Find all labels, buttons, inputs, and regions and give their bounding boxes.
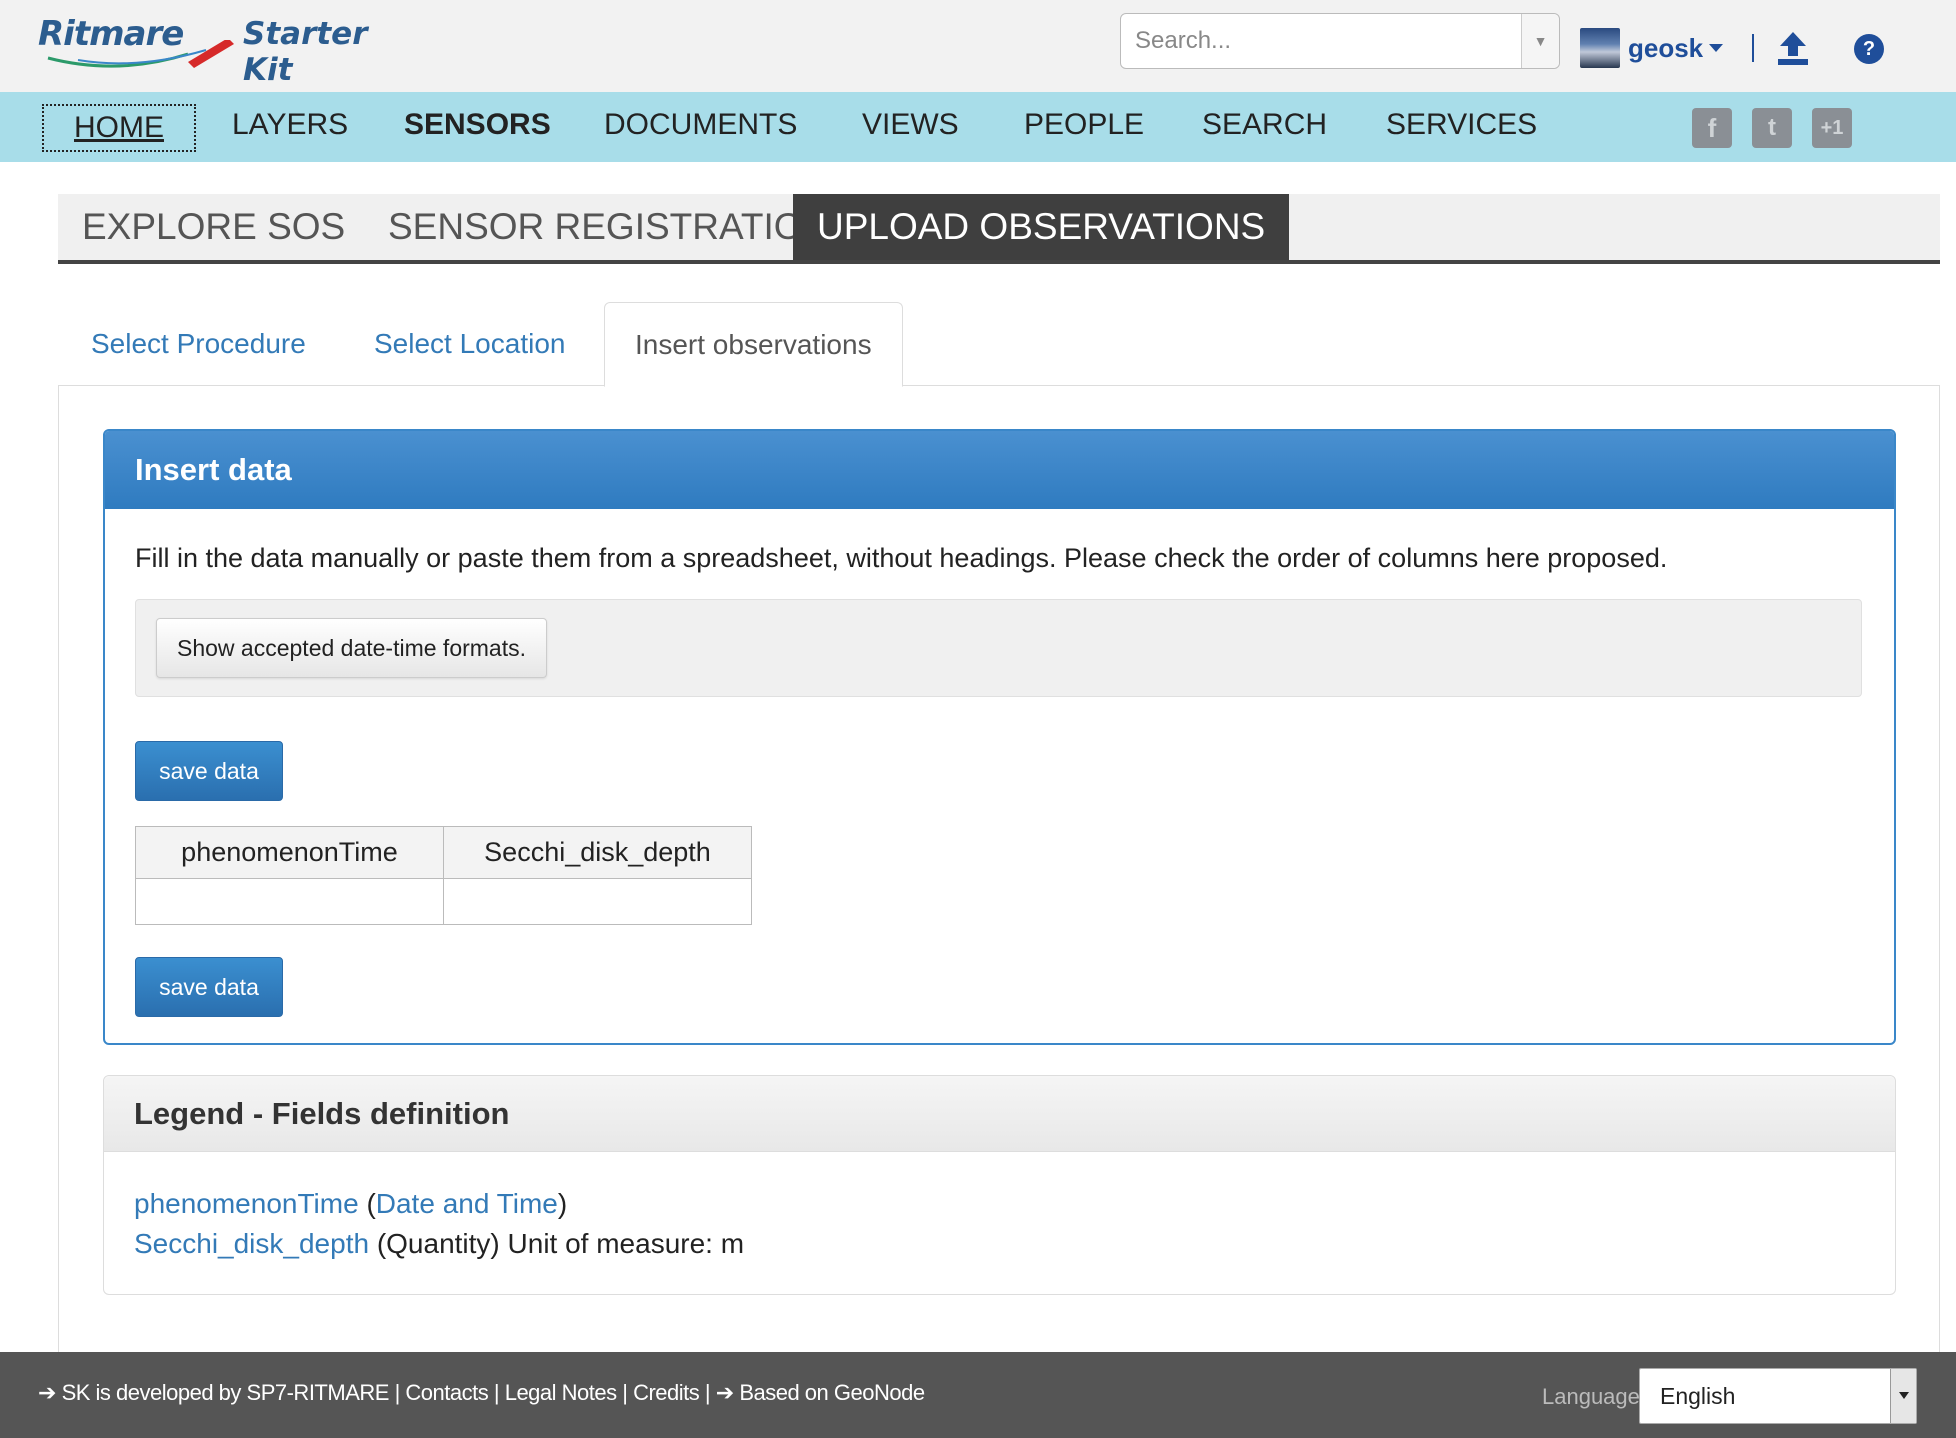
formats-well: Show accepted date-time formats.	[135, 599, 1862, 697]
legend-field-link[interactable]: Secchi_disk_depth	[134, 1228, 369, 1259]
nav-views[interactable]: VIEWS	[862, 108, 959, 142]
legend-paren-open: (	[366, 1188, 376, 1219]
footer-credits-link[interactable]: Credits	[633, 1380, 700, 1405]
insert-data-title: Insert data	[105, 431, 1894, 509]
nav-services[interactable]: SERVICES	[1386, 108, 1537, 142]
nav-search[interactable]: SEARCH	[1202, 108, 1327, 142]
facebook-icon[interactable]: f	[1692, 108, 1732, 148]
footer-developed-link[interactable]: SK is developed by SP7-RITMARE	[62, 1380, 390, 1405]
legend-paren-close: )	[557, 1188, 568, 1219]
save-data-button-top[interactable]: save data	[135, 741, 283, 801]
google-plus-icon[interactable]: +1	[1812, 108, 1852, 148]
twitter-icon[interactable]: t	[1752, 108, 1792, 148]
logo-swoosh-icon	[47, 40, 234, 68]
footer-contacts-link[interactable]: Contacts	[405, 1380, 488, 1405]
legend-panel: Legend - Fields definition phenomenonTim…	[103, 1075, 1896, 1295]
search-input[interactable]	[1135, 24, 1505, 58]
nav-people[interactable]: PEOPLE	[1024, 108, 1144, 142]
observations-table: phenomenonTime Secchi_disk_depth	[135, 826, 752, 925]
chevron-down-icon	[1890, 1369, 1916, 1423]
column-header: Secchi_disk_depth	[443, 826, 752, 879]
tab-select-procedure[interactable]: Select Procedure	[91, 302, 306, 386]
footer-separator: |	[394, 1380, 401, 1405]
table-cell[interactable]	[443, 878, 752, 925]
language-label: Language	[1542, 1384, 1640, 1409]
main-nav: HOME LAYERS SENSORS DOCUMENTS VIEWS PEOP…	[0, 92, 1956, 162]
sub-tabs: Select Procedure Select Location Insert …	[58, 302, 1940, 387]
footer-separator: |	[704, 1380, 711, 1405]
insert-instructions: Fill in the data manually or paste them …	[135, 543, 1668, 573]
nav-layers[interactable]: LAYERS	[232, 108, 348, 142]
footer-separator: |	[493, 1380, 500, 1405]
language-value: English	[1660, 1383, 1736, 1409]
legend-item: phenomenonTime (Date and Time)	[134, 1188, 567, 1220]
upload-icon[interactable]	[1776, 30, 1810, 66]
tab-insert-observations[interactable]: Insert observations	[604, 302, 903, 387]
top-header: Ritmare Starter Kit ▼ geosk ?	[0, 0, 1956, 92]
caret-down-icon	[1709, 44, 1724, 52]
avatar	[1580, 28, 1620, 68]
tab-select-location[interactable]: Select Location	[374, 302, 565, 386]
nav-documents[interactable]: DOCUMENTS	[604, 108, 797, 142]
legend-field-link[interactable]: phenomenonTime	[134, 1188, 359, 1219]
show-formats-button[interactable]: Show accepted date-time formats.	[156, 618, 547, 678]
tab-upload-observations[interactable]: UPLOAD OBSERVATIONS	[793, 194, 1290, 260]
search-box: ▼	[1120, 13, 1560, 69]
divider	[1752, 34, 1754, 62]
username: geosk	[1628, 32, 1704, 63]
nav-home[interactable]: HOME	[42, 104, 196, 152]
arrow-right-icon: ➔	[38, 1380, 56, 1405]
legend-description: (Quantity) Unit of measure: m	[376, 1228, 745, 1259]
language-select[interactable]: English	[1639, 1368, 1917, 1424]
footer-links: ➔ SK is developed by SP7-RITMARE | Conta…	[38, 1380, 925, 1406]
footer: ➔ SK is developed by SP7-RITMARE | Conta…	[0, 1352, 1956, 1438]
legend-title: Legend - Fields definition	[104, 1076, 1895, 1152]
table-cell[interactable]	[135, 878, 444, 925]
footer-separator: |	[622, 1380, 628, 1405]
arrow-right-icon: ➔	[715, 1380, 734, 1405]
section-tabs: EXPLORE SOS SENSOR REGISTRATION UPLOAD O…	[58, 194, 1940, 264]
site-logo[interactable]: Ritmare Starter Kit	[38, 14, 408, 88]
legend-type-link[interactable]: Date and Time	[376, 1188, 558, 1219]
tab-explore-sos[interactable]: EXPLORE SOS	[58, 194, 369, 260]
tab-sensor-registration[interactable]: SENSOR REGISTRATION	[364, 194, 853, 260]
column-header: phenomenonTime	[135, 826, 444, 879]
footer-geonode-link[interactable]: Based on GeoNode	[739, 1380, 925, 1405]
help-icon[interactable]: ?	[1854, 34, 1884, 64]
insert-data-panel: Insert data Fill in the data manually or…	[103, 429, 1896, 1045]
footer-legal-link[interactable]: Legal Notes	[505, 1380, 617, 1405]
save-data-button-bottom[interactable]: save data	[135, 957, 283, 1017]
legend-item: Secchi_disk_depth (Quantity) Unit of mea…	[134, 1228, 744, 1260]
nav-sensors[interactable]: SENSORS	[404, 108, 551, 142]
search-dropdown-icon[interactable]: ▼	[1521, 14, 1559, 68]
user-menu[interactable]: geosk	[1580, 26, 1724, 70]
table-row	[135, 878, 752, 925]
table-header-row: phenomenonTime Secchi_disk_depth	[135, 826, 752, 879]
logo-product: Starter Kit	[243, 16, 368, 88]
